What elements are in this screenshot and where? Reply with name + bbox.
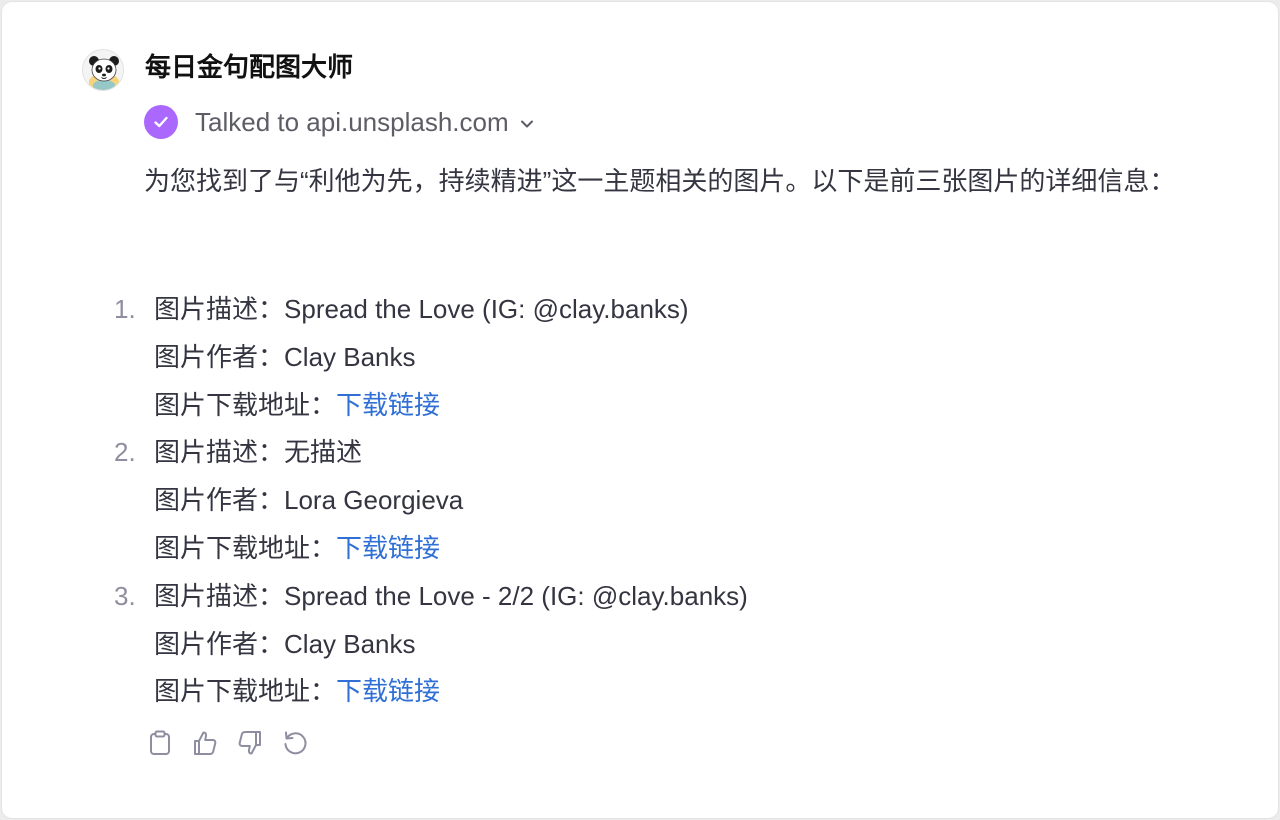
tool-call-toggle[interactable]: Talked to api.unsplash.com (144, 105, 535, 139)
author-label: 图片作者： (154, 485, 285, 516)
message-actions (146, 729, 308, 757)
author-label: 图片作者： (154, 341, 285, 372)
panda-avatar (82, 49, 124, 91)
chat-message-container: 每日金句配图大师 Talked to api.unsplash.com 为您找到… (2, 2, 1278, 818)
description-value: 无描述 (284, 437, 363, 468)
description-label: 图片描述： (154, 437, 285, 468)
author-line: 图片作者：Clay Banks (154, 621, 1014, 669)
download-line: 图片下载地址：下载链接 (154, 668, 1014, 716)
download-line: 图片下载地址：下载链接 (154, 525, 1014, 573)
copy-button[interactable] (146, 729, 173, 757)
download-link[interactable]: 下载链接 (336, 676, 440, 706)
assistant-name: 每日金句配图大师 (145, 52, 354, 82)
regenerate-icon (284, 731, 306, 755)
description-line: 图片描述：Spread the Love (IG: @clay.banks) (154, 286, 1014, 334)
description-label: 图片描述： (154, 580, 285, 611)
message-intro: 为您找到了与“利他为先，持续精进”这一主题相关的图片。以下是前三张图片的详细信息… (144, 166, 1176, 196)
list-item: 3. 图片描述：Spread the Love - 2/2 (IG: @clay… (114, 573, 1014, 716)
download-link[interactable]: 下载链接 (336, 390, 440, 420)
download-label: 图片下载地址： (154, 532, 337, 563)
author-line: 图片作者：Lora Georgieva (154, 477, 1014, 525)
results-list: 1. 图片描述：Spread the Love (IG: @clay.banks… (114, 286, 1014, 716)
thumbs-down-button[interactable] (236, 729, 263, 757)
author-value: Lora Georgieva (284, 485, 464, 516)
description-value: Spread the Love (IG: @clay.banks) (284, 294, 689, 324)
thumbs-down-icon (238, 731, 261, 755)
thumbs-up-button[interactable] (191, 729, 218, 757)
check-circle-icon (144, 105, 178, 139)
download-link[interactable]: 下载链接 (336, 533, 440, 563)
download-label: 图片下载地址： (154, 389, 337, 420)
description-label: 图片描述： (154, 294, 285, 324)
author-value: Clay Banks (284, 628, 416, 659)
list-number: 2. (114, 437, 136, 468)
author-line: 图片作者：Clay Banks (154, 334, 1014, 382)
list-number: 1. (114, 294, 136, 324)
description-line: 图片描述：Spread the Love - 2/2 (IG: @clay.ba… (154, 573, 1014, 621)
download-label: 图片下载地址： (154, 676, 337, 707)
thumbs-up-icon (193, 731, 216, 755)
author-label: 图片作者： (154, 628, 285, 659)
author-value: Clay Banks (284, 341, 416, 372)
list-item: 2. 图片描述：无描述 图片作者：Lora Georgieva 图片下载地址：下… (114, 429, 1014, 572)
list-item: 1. 图片描述：Spread the Love (IG: @clay.banks… (114, 286, 1014, 429)
list-number: 3. (114, 580, 136, 611)
download-line: 图片下载地址：下载链接 (154, 382, 1014, 430)
clipboard-icon (149, 730, 170, 755)
panda-icon (83, 50, 123, 90)
description-value: Spread the Love - 2/2 (IG: @clay.banks) (284, 580, 748, 611)
description-line: 图片描述：无描述 (154, 429, 1014, 477)
tool-call-text: Talked to api.unsplash.com (195, 106, 509, 137)
regenerate-button[interactable] (281, 729, 308, 757)
chevron-down-icon (520, 120, 533, 127)
